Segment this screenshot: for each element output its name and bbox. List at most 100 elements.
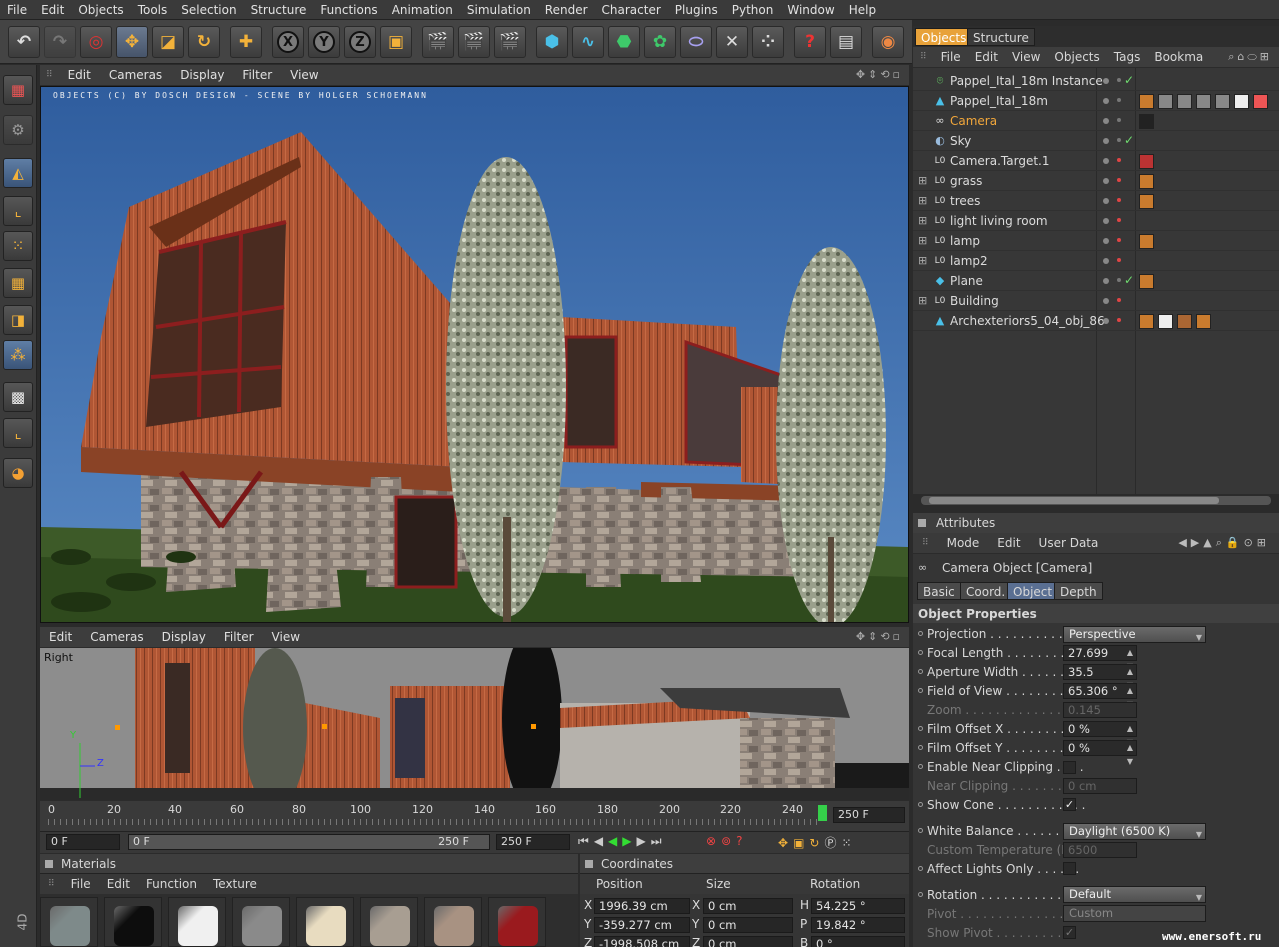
objmenu-search-icon[interactable]: ⌕⌂⬭⊞ xyxy=(1221,50,1279,64)
snap-icon[interactable]: ⌞ xyxy=(3,418,33,448)
z-axis-lock-button[interactable]: Z xyxy=(344,26,376,58)
current-frame-field[interactable]: 0 F xyxy=(46,834,120,850)
objmenu-tags[interactable]: Tags xyxy=(1107,50,1148,64)
materials-menu-edit[interactable]: Edit xyxy=(99,877,138,891)
light-icon[interactable]: ⁘ xyxy=(752,26,784,58)
editor-visibility-dot[interactable] xyxy=(1103,78,1109,84)
rotation-field[interactable]: 54.225 ° xyxy=(811,898,905,914)
expand-icon[interactable]: ⊞ xyxy=(918,194,927,207)
render-visibility-dot[interactable] xyxy=(1117,98,1121,102)
material-swatch[interactable] xyxy=(360,897,418,947)
render-visibility-dot[interactable] xyxy=(1117,158,1121,162)
scene-object-icon[interactable]: ✕ xyxy=(716,26,748,58)
rotation-dropdown[interactable]: Default ▼ xyxy=(1063,886,1206,903)
object-tag-icon[interactable] xyxy=(1139,314,1154,329)
playback-controls[interactable]: ⏮◀◀▶▶⏭ xyxy=(578,834,667,849)
render-region-icon[interactable]: 🎬 xyxy=(458,26,490,58)
size-field[interactable]: 0 cm xyxy=(703,917,793,933)
editor-visibility-dot[interactable] xyxy=(1103,178,1109,184)
object-tag-icon[interactable] xyxy=(1234,94,1249,109)
object-row[interactable]: ▲ Archexteriors5_04_obj_86 xyxy=(913,311,1279,331)
render-visibility-dot[interactable] xyxy=(1117,78,1121,82)
render-visibility-dot[interactable] xyxy=(1117,118,1121,122)
array-icon[interactable]: ✿ xyxy=(644,26,676,58)
cube-primitive-icon[interactable]: ⬢ xyxy=(536,26,568,58)
editor-visibility-dot[interactable] xyxy=(1103,98,1109,104)
editor-visibility-dot[interactable] xyxy=(1103,298,1109,304)
menu-simulation[interactable]: Simulation xyxy=(460,3,538,17)
object-tag-icon[interactable] xyxy=(1177,314,1192,329)
viewport-menu-display[interactable]: Display xyxy=(171,68,233,82)
attrmenu-edit[interactable]: Edit xyxy=(988,536,1029,550)
object-row[interactable]: ◐ Sky ✓ xyxy=(913,131,1279,151)
material-swatch[interactable] xyxy=(232,897,290,947)
right-viewport[interactable]: Right Y Z xyxy=(40,648,909,800)
attr-tab-basic[interactable]: Basic xyxy=(917,582,961,600)
object-row[interactable]: ⊞ L0 grass xyxy=(913,171,1279,191)
right-viewport-menu-filter[interactable]: Filter xyxy=(215,630,263,644)
y-axis-lock-button[interactable]: Y xyxy=(308,26,340,58)
object-row[interactable]: ⊞ L0 lamp2 xyxy=(913,251,1279,271)
texture-mode-icon[interactable]: ⁂ xyxy=(3,340,33,370)
object-row[interactable]: ▲ Pappel_Ital_18m xyxy=(913,91,1279,111)
autokey-icon[interactable]: ⊚ xyxy=(721,834,736,848)
render-visibility-dot[interactable] xyxy=(1117,278,1121,282)
object-tag-icon[interactable] xyxy=(1177,94,1192,109)
projection-dropdown[interactable]: Perspective ▼ xyxy=(1063,626,1206,643)
materials-menu-texture[interactable]: Texture xyxy=(205,877,265,891)
step-back-icon[interactable]: ◀ xyxy=(594,834,608,848)
key-pla-icon[interactable]: ⁙ xyxy=(841,836,856,850)
editor-visibility-dot[interactable] xyxy=(1103,278,1109,284)
materials-menu-function[interactable]: Function xyxy=(138,877,205,891)
position-field[interactable]: -1998.508 cm xyxy=(594,936,690,947)
help-cursor-icon[interactable]: ? xyxy=(794,26,826,58)
menu-file[interactable]: File xyxy=(0,3,34,17)
render-visibility-dot[interactable] xyxy=(1117,138,1121,142)
white-balance-dropdown[interactable]: Daylight (6500 K) ▼ xyxy=(1063,823,1206,840)
editor-visibility-dot[interactable] xyxy=(1103,238,1109,244)
spline-icon[interactable]: ∿ xyxy=(572,26,604,58)
menu-edit[interactable]: Edit xyxy=(34,3,71,17)
play-backward-icon[interactable]: ◀ xyxy=(608,834,622,848)
viewport-menu-edit[interactable]: Edit xyxy=(59,68,100,82)
menu-structure[interactable]: Structure xyxy=(244,3,314,17)
record-icon[interactable]: ⊗ xyxy=(706,834,721,848)
rotation-field[interactable]: 0 ° xyxy=(811,936,905,947)
object-tag-icon[interactable] xyxy=(1139,174,1154,189)
object-tag-icon[interactable] xyxy=(1139,154,1154,169)
key-scale-icon[interactable]: ▣ xyxy=(793,836,809,850)
material-swatch[interactable] xyxy=(488,897,546,947)
menu-plugins[interactable]: Plugins xyxy=(668,3,725,17)
right-viewport-menu-cameras[interactable]: Cameras xyxy=(81,630,152,644)
size-field[interactable]: 0 cm xyxy=(703,936,793,947)
scale-tool-icon[interactable]: ◪ xyxy=(152,26,184,58)
play-icon[interactable]: ▶ xyxy=(622,834,636,848)
key-rotation-icon[interactable]: ↻ xyxy=(809,836,824,850)
goto-start-icon[interactable]: ⏮ xyxy=(578,834,594,848)
menu-tools[interactable]: Tools xyxy=(131,3,175,17)
enabled-check-icon[interactable]: ✓ xyxy=(1124,133,1134,147)
rotate-tool-icon[interactable]: ↻ xyxy=(188,26,220,58)
x-axis-lock-button[interactable]: X xyxy=(272,26,304,58)
object-row[interactable]: ⊞ L0 Building xyxy=(913,291,1279,311)
object-row[interactable]: L0 Camera.Target.1 xyxy=(913,151,1279,171)
perspective-viewport[interactable]: OBJECTS (C) BY DOSCH DESIGN - SCENE BY H… xyxy=(40,86,909,623)
attrmenu-mode[interactable]: Mode xyxy=(938,536,989,550)
key-param-icon[interactable]: Ⓟ xyxy=(824,836,841,850)
max-frame-field[interactable]: 250 F xyxy=(496,834,570,850)
menu-character[interactable]: Character xyxy=(595,3,668,17)
objmenu-objects[interactable]: Objects xyxy=(1047,50,1106,64)
viewport-nav-icons[interactable]: ✥⇕⟲▫ xyxy=(856,68,903,81)
expand-icon[interactable]: ⊞ xyxy=(918,174,927,187)
object-row[interactable]: ⊞ L0 trees xyxy=(913,191,1279,211)
right-viewport-nav-icons[interactable]: ✥⇕⟲▫ xyxy=(856,630,903,643)
object-tag-icon[interactable] xyxy=(1196,314,1211,329)
object-row[interactable]: ⊞ L0 lamp xyxy=(913,231,1279,251)
object-tag-icon[interactable] xyxy=(1158,314,1173,329)
expand-icon[interactable]: ⊞ xyxy=(918,214,927,227)
record-controls[interactable]: ⊗⊚? xyxy=(706,834,748,848)
object-tag-icon[interactable] xyxy=(1139,94,1154,109)
objmenu-view[interactable]: View xyxy=(1005,50,1047,64)
object-tag-icon[interactable] xyxy=(1158,94,1173,109)
object-row[interactable]: ⌾ Pappel_Ital_18m Instance ✓ xyxy=(913,71,1279,91)
